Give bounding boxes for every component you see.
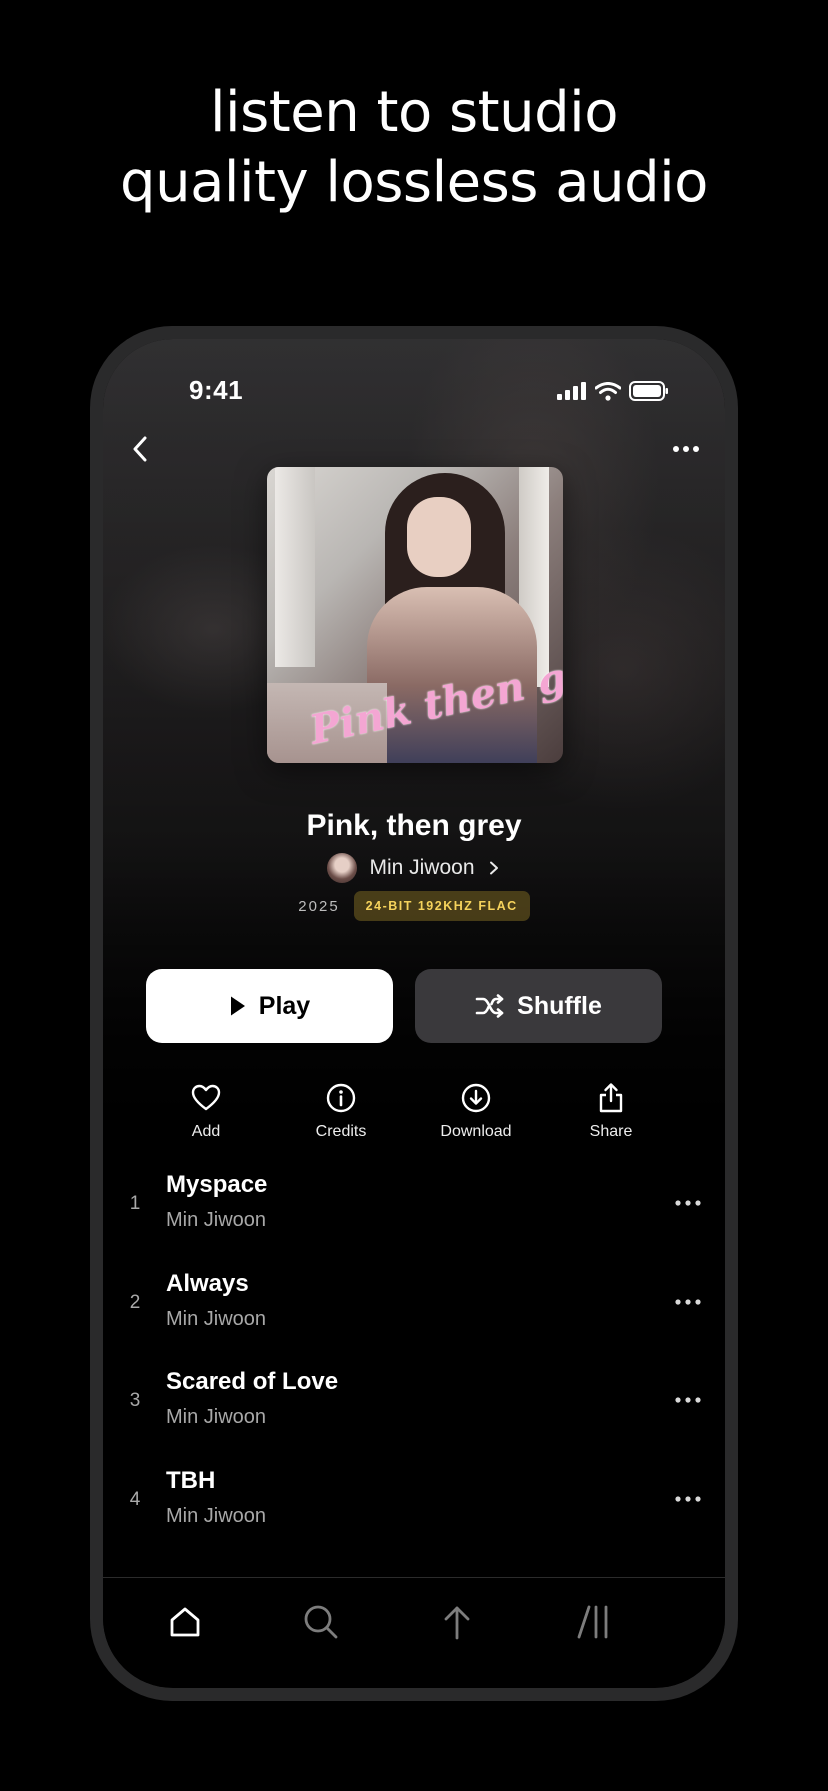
info-icon bbox=[326, 1083, 356, 1113]
tab-search[interactable] bbox=[301, 1602, 341, 1642]
back-button[interactable] bbox=[125, 434, 155, 464]
track-artist: Min Jiwoon bbox=[166, 1307, 267, 1330]
track-list: 1 Myspace Min Jiwoon 2 Always Min Jiwoon… bbox=[103, 1157, 725, 1551]
add-button[interactable]: Add bbox=[146, 1081, 266, 1141]
tab-upload[interactable] bbox=[437, 1602, 477, 1642]
release-year: 2025 bbox=[298, 897, 340, 915]
add-label: Add bbox=[191, 1123, 221, 1140]
track-more-button[interactable] bbox=[673, 1390, 703, 1410]
play-button[interactable]: Play bbox=[146, 969, 393, 1043]
track-title: TBH bbox=[166, 1466, 216, 1494]
cover-art-figure-face bbox=[407, 497, 471, 577]
track-artist: Min Jiwoon bbox=[166, 1209, 267, 1231]
tab-library[interactable] bbox=[573, 1602, 613, 1642]
track-number: 2 bbox=[129, 1291, 141, 1313]
wifi-icon bbox=[595, 381, 621, 401]
ellipsis-icon bbox=[675, 1298, 701, 1305]
track-more-button[interactable] bbox=[673, 1193, 703, 1213]
share-icon bbox=[599, 1083, 623, 1113]
track-number: 4 bbox=[129, 1488, 141, 1510]
track-artist: Min Jiwoon bbox=[166, 1504, 267, 1527]
artist-name: Min Jiwoon bbox=[369, 856, 475, 879]
tab-bar bbox=[103, 1577, 725, 1687]
share-label: Share bbox=[589, 1123, 633, 1140]
track-title: Scared of Love bbox=[166, 1368, 339, 1395]
tab-home[interactable] bbox=[165, 1602, 205, 1642]
status-time: 9:41 bbox=[189, 375, 244, 405]
phone-frame: 9:41 Pink then grey Pink, then grey Min … bbox=[90, 326, 738, 1701]
more-options-button[interactable] bbox=[669, 437, 703, 461]
library-icon bbox=[577, 1605, 608, 1639]
track-row[interactable]: 2 Always Min Jiwoon bbox=[103, 1256, 725, 1355]
audio-quality-badge: 24-BIT 192KHZ FLAC bbox=[353, 891, 530, 921]
album-cover[interactable]: Pink then grey bbox=[267, 467, 563, 763]
track-title: Myspace bbox=[166, 1171, 268, 1198]
track-row[interactable]: 1 Myspace Min Jiwoon bbox=[103, 1157, 725, 1256]
upload-arrow-icon bbox=[444, 1606, 470, 1640]
cover-art-door bbox=[275, 467, 315, 667]
ellipsis-icon bbox=[675, 1397, 701, 1403]
ellipsis-icon bbox=[675, 1495, 701, 1502]
status-bar: 9:41 bbox=[103, 375, 725, 405]
track-more-button[interactable] bbox=[673, 1292, 703, 1312]
track-row[interactable]: 3 Scared of Love Min Jiwoon bbox=[103, 1354, 725, 1453]
phone-screen: 9:41 Pink then grey Pink, then grey Min … bbox=[103, 339, 725, 1688]
artist-link[interactable]: Min Jiwoon bbox=[103, 853, 725, 883]
play-label: Play bbox=[258, 991, 311, 1020]
track-artist: Min Jiwoon bbox=[166, 1406, 267, 1428]
chevron-left-icon bbox=[133, 436, 147, 462]
track-number: 3 bbox=[129, 1390, 141, 1411]
headline-line-2: quality lossless audio bbox=[120, 150, 708, 215]
download-icon bbox=[461, 1083, 491, 1113]
ellipsis-icon bbox=[675, 1200, 701, 1206]
play-icon bbox=[230, 996, 245, 1016]
track-title: Always bbox=[166, 1269, 249, 1297]
track-row[interactable]: 4 TBH Min Jiwoon bbox=[103, 1453, 725, 1552]
search-icon bbox=[304, 1605, 338, 1639]
track-number: 1 bbox=[129, 1193, 141, 1214]
ellipsis-icon bbox=[673, 446, 699, 452]
cellular-signal-icon bbox=[557, 382, 586, 400]
credits-button[interactable]: Credits bbox=[281, 1081, 401, 1141]
artist-avatar bbox=[327, 853, 358, 883]
shuffle-button[interactable]: Shuffle bbox=[415, 969, 662, 1043]
share-button[interactable]: Share bbox=[551, 1081, 671, 1141]
download-button[interactable]: Download bbox=[416, 1081, 536, 1141]
chevron-right-icon bbox=[489, 861, 498, 875]
heart-icon bbox=[191, 1084, 221, 1111]
album-actions: Add Credits Download Share bbox=[103, 1081, 725, 1151]
shuffle-icon bbox=[475, 994, 504, 1018]
download-label: Download bbox=[440, 1123, 512, 1140]
promo-headline: listen to studio quality lossless audio bbox=[0, 78, 828, 218]
status-icons bbox=[557, 381, 669, 401]
home-icon bbox=[170, 1607, 200, 1637]
shuffle-label: Shuffle bbox=[517, 991, 602, 1020]
album-meta: 2025 24-BIT 192KHZ FLAC bbox=[103, 891, 725, 921]
credits-label: Credits bbox=[315, 1123, 367, 1140]
headline-line-1: listen to studio bbox=[209, 80, 619, 145]
album-title: Pink, then grey bbox=[306, 809, 522, 842]
track-more-button[interactable] bbox=[673, 1489, 703, 1509]
battery-icon bbox=[629, 381, 668, 401]
